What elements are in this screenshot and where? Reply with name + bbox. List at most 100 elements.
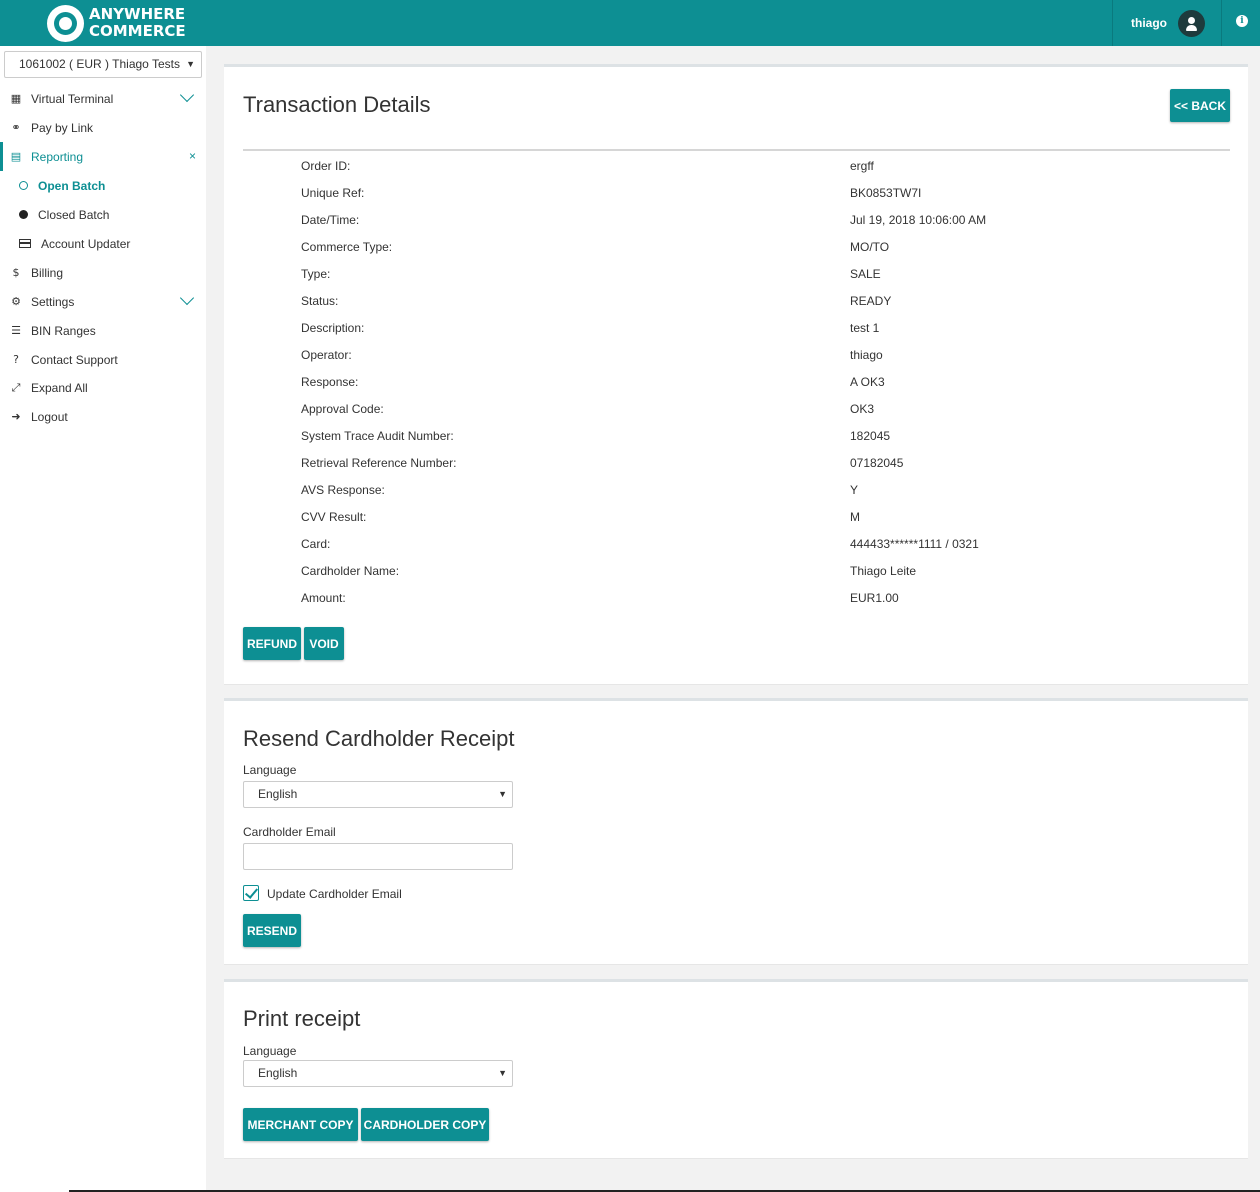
expand-icon: ⤢ [11,380,21,394]
detail-label: CVV Result: [301,510,367,524]
sidebar-item-reporting[interactable]: ▤ Reporting × [0,142,206,171]
detail-row: Cardholder Name: Thiago Leite [301,564,1201,591]
detail-row: Unique Ref: BK0853TW7I [301,186,1201,213]
sidebar-item-label: BIN Ranges [31,323,96,338]
update-email-checkbox[interactable] [243,885,259,901]
info-icon[interactable]: i [1236,15,1248,27]
detail-label: Order ID: [301,159,351,173]
brand-line-1: ANYWHERE [89,5,186,23]
detail-value: MO/TO [850,240,890,254]
refund-button[interactable]: REFUND [243,627,301,660]
account-select-value: 1061002 ( EUR ) Thiago Tests [19,57,180,71]
detail-value: Y [850,483,859,497]
sidebar-item-label: Contact Support [31,352,118,367]
gears-icon: ⚙ [11,295,21,308]
sidebar-item-closed-batch[interactable]: Closed Batch [0,200,206,229]
detail-label: Amount: [301,591,346,605]
user-avatar-icon [1178,9,1205,37]
sidebar-item-account-updater[interactable]: Account Updater [0,229,206,258]
sidebar-item-label: Settings [31,294,75,309]
page-title: Transaction Details [243,92,431,117]
brand-name: ANYWHERE COMMERCE [89,6,186,40]
print-language-select[interactable]: English ▼ [243,1060,513,1087]
lifebuoy-logo-icon [47,4,84,42]
detail-row: Status: READY [301,294,1201,321]
resend-receipt-panel: Resend Cardholder Receipt Language Engli… [224,698,1248,965]
sidebar-item-logout[interactable]: ➜ Logout [0,402,206,431]
language-label: Language [243,763,297,777]
select-value: English [258,787,298,801]
detail-value: ergff [850,159,874,173]
detail-value: SALE [850,267,881,281]
detail-label: Card: [301,537,331,551]
list-icon: ☰ [11,324,21,337]
transaction-details-panel: Transaction Details << BACK Order ID: erg… [224,64,1248,685]
dropdown-caret-icon: ▼ [498,789,507,799]
brand-line-2: COMMERCE [89,22,186,40]
close-icon[interactable]: × [189,149,196,163]
credit-card-icon [19,239,31,248]
dropdown-caret-icon: ▼ [498,1068,507,1078]
detail-row: Operator: thiago [301,348,1201,375]
language-label: Language [243,1044,297,1058]
detail-row: Date/Time: Jul 19, 2018 10:06:00 AM [301,213,1201,240]
detail-value: EUR1.00 [850,591,899,605]
detail-row: System Trace Audit Number: 182045 [301,429,1201,456]
sidebar-item-expand-all[interactable]: ⤢ Expand All [0,373,206,402]
detail-value: 182045 [850,429,891,443]
detail-label: Status: [301,294,339,308]
cardholder-copy-button[interactable]: CARDHOLDER COPY [361,1108,489,1141]
detail-value: BK0853TW7I [850,186,922,200]
detail-value: A OK3 [850,375,885,389]
sidebar-item-settings[interactable]: ⚙ Settings [0,287,206,316]
detail-label: Cardholder Name: [301,564,400,578]
detail-row: Amount: EUR1.00 [301,591,1201,618]
sign-out-icon: ➜ [11,410,21,423]
detail-value: M [850,510,860,524]
select-value: English [258,1066,298,1080]
sidebar-item-billing[interactable]: $ Billing [0,258,206,287]
merchant-copy-button[interactable]: MERCHANT COPY [243,1108,358,1141]
detail-label: Retrieval Reference Number: [301,456,457,470]
section-title: Resend Cardholder Receipt [243,726,515,751]
void-button[interactable]: VOID [304,627,344,660]
sidebar-item-label: Open Batch [38,178,106,193]
user-menu[interactable]: thiago [1112,0,1222,46]
dollar-icon: $ [12,266,20,279]
detail-label: Date/Time: [301,213,360,227]
sidebar-item-label: Reporting [31,149,84,164]
sidebar-item-contact-support[interactable]: ? Contact Support [0,345,206,374]
account-select[interactable]: 1061002 ( EUR ) Thiago Tests ▼ [4,51,202,78]
detail-label: Description: [301,321,365,335]
back-button[interactable]: << BACK [1170,89,1230,122]
detail-label: System Trace Audit Number: [301,429,454,443]
question-icon: ? [13,353,19,366]
detail-label: Operator: [301,348,352,362]
chevron-down-icon[interactable] [179,290,195,306]
detail-value: thiago [850,348,883,362]
dropdown-caret-icon: ▼ [186,59,195,69]
cardholder-email-input[interactable] [243,843,513,870]
detail-label: Approval Code: [301,402,384,416]
sidebar-item-pay-by-link[interactable]: ⚭ Pay by Link [0,113,206,142]
chevron-down-icon[interactable] [179,87,195,103]
sidebar-item-label: Account Updater [41,236,131,251]
detail-value: test 1 [850,321,880,335]
detail-value: Jul 19, 2018 10:06:00 AM [850,213,987,227]
detail-value: OK3 [850,402,875,416]
update-email-label: Update Cardholder Email [267,887,402,901]
detail-row: Response: A OK3 [301,375,1201,402]
sidebar-item-label: Logout [31,409,68,424]
sidebar-item-open-batch[interactable]: Open Batch [0,171,206,200]
resend-language-select[interactable]: English ▼ [243,781,513,808]
sidebar-item-bin-ranges[interactable]: ☰ BIN Ranges [0,316,206,345]
detail-row: Type: SALE [301,267,1201,294]
detail-row: CVV Result: M [301,510,1201,537]
top-bar: ANYWHERE COMMERCE thiago i [0,0,1260,46]
brand-logo[interactable]: ANYWHERE COMMERCE [47,4,186,42]
resend-button[interactable]: RESEND [243,914,301,947]
sidebar-item-virtual-terminal[interactable]: ▦ Virtual Terminal [0,84,206,113]
detail-row: AVS Response: Y [301,483,1201,510]
detail-value: 07182045 [850,456,904,470]
divider [243,149,1230,151]
